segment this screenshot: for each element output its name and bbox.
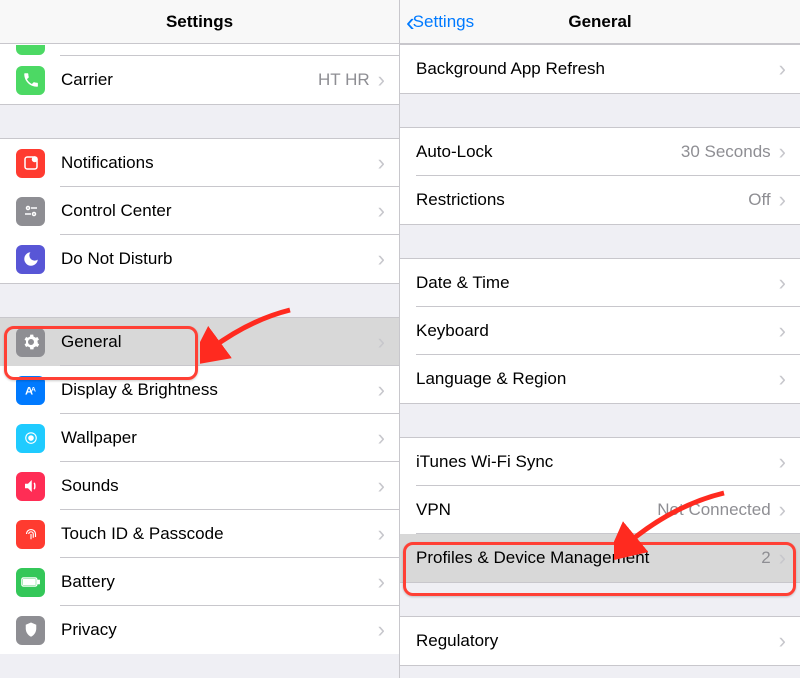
back-label: Settings [413, 12, 474, 32]
display-icon: AA [16, 376, 45, 405]
row-vpn[interactable]: VPN Not Connected › [400, 486, 800, 534]
row-date-time[interactable]: Date & Time › [400, 259, 800, 307]
phone-icon [16, 66, 45, 95]
row-value: HT HR [318, 70, 370, 90]
row-label: Auto-Lock [416, 142, 681, 162]
row-value: 30 Seconds [681, 142, 771, 162]
row-language-region[interactable]: Language & Region › [400, 355, 800, 403]
row-value: Off [748, 190, 770, 210]
row-label: iTunes Wi-Fi Sync [416, 452, 779, 472]
row-keyboard[interactable]: Keyboard › [400, 307, 800, 355]
row-label: Keyboard [416, 321, 779, 341]
general-title: General [568, 12, 631, 32]
control-center-icon [16, 197, 45, 226]
gear-icon [16, 328, 45, 357]
chevron-right-icon: › [779, 56, 786, 82]
chevron-right-icon: › [779, 497, 786, 523]
chevron-right-icon: › [779, 139, 786, 165]
row-label: Battery [61, 572, 378, 592]
row-label: Language & Region [416, 369, 779, 389]
row-notifications[interactable]: Notifications › [0, 139, 399, 187]
row-label: Control Center [61, 201, 378, 221]
row-label: General [61, 332, 378, 352]
general-navbar: ‹ Settings General [400, 0, 800, 44]
chevron-right-icon: › [378, 246, 385, 272]
row-sounds[interactable]: Sounds › [0, 462, 399, 510]
row-label: VPN [416, 500, 657, 520]
row-value: Not Connected [657, 500, 770, 520]
svg-text:A: A [31, 387, 36, 394]
chevron-right-icon: › [378, 473, 385, 499]
chevron-right-icon: › [378, 198, 385, 224]
row-value: 2 [761, 548, 770, 568]
privacy-icon [16, 616, 45, 645]
row-personal-hotspot[interactable]: Personal Hotspot Off › [0, 44, 399, 56]
row-label: Restrictions [416, 190, 748, 210]
battery-icon [16, 568, 45, 597]
row-regulatory[interactable]: Regulatory › [400, 617, 800, 665]
row-label: Do Not Disturb [61, 249, 378, 269]
row-label: Date & Time [416, 273, 779, 293]
row-label: Touch ID & Passcode [61, 524, 378, 544]
wallpaper-icon [16, 424, 45, 453]
row-general[interactable]: General › [0, 318, 399, 366]
chevron-right-icon: › [378, 425, 385, 451]
general-pane: ‹ Settings General Background App Refres… [400, 0, 800, 678]
chevron-right-icon: › [378, 569, 385, 595]
row-label: Regulatory [416, 631, 779, 651]
sounds-icon [16, 472, 45, 501]
row-profiles-device-management[interactable]: Profiles & Device Management 2 › [400, 534, 800, 582]
settings-title: Settings [166, 12, 233, 32]
row-label: Notifications [61, 153, 378, 173]
chevron-right-icon: › [378, 67, 385, 93]
row-wallpaper[interactable]: Wallpaper › [0, 414, 399, 462]
chevron-right-icon: › [378, 377, 385, 403]
row-restrictions[interactable]: Restrictions Off › [400, 176, 800, 224]
row-carrier[interactable]: Carrier HT HR › [0, 56, 399, 104]
back-button[interactable]: ‹ Settings [406, 0, 474, 44]
row-display-brightness[interactable]: AA Display & Brightness › [0, 366, 399, 414]
notifications-icon [16, 149, 45, 178]
row-privacy[interactable]: Privacy › [0, 606, 399, 654]
settings-navbar: Settings [0, 0, 399, 44]
chevron-right-icon: › [779, 366, 786, 392]
chevron-right-icon: › [779, 628, 786, 654]
row-touch-id-passcode[interactable]: Touch ID & Passcode › [0, 510, 399, 558]
row-do-not-disturb[interactable]: Do Not Disturb › [0, 235, 399, 283]
row-background-app-refresh[interactable]: Background App Refresh › [400, 45, 800, 93]
row-label: Carrier [61, 70, 318, 90]
row-control-center[interactable]: Control Center › [0, 187, 399, 235]
chevron-right-icon: › [779, 449, 786, 475]
row-label: Display & Brightness [61, 380, 378, 400]
row-battery[interactable]: Battery › [0, 558, 399, 606]
moon-icon [16, 245, 45, 274]
settings-pane: Settings Personal Hotspot Off › Carrier … [0, 0, 400, 678]
row-label: Background App Refresh [416, 59, 779, 79]
chevron-right-icon: › [378, 617, 385, 643]
chevron-right-icon: › [378, 329, 385, 355]
chevron-right-icon: › [779, 318, 786, 344]
row-auto-lock[interactable]: Auto-Lock 30 Seconds › [400, 128, 800, 176]
chevron-right-icon: › [779, 270, 786, 296]
chevron-right-icon: › [779, 187, 786, 213]
row-itunes-wifi-sync[interactable]: iTunes Wi-Fi Sync › [400, 438, 800, 486]
row-label: Profiles & Device Management [416, 548, 761, 568]
chevron-right-icon: › [779, 545, 786, 571]
chevron-right-icon: › [378, 150, 385, 176]
chevron-right-icon: › [378, 521, 385, 547]
link-icon [16, 45, 45, 55]
fingerprint-icon [16, 520, 45, 549]
row-label: Wallpaper [61, 428, 378, 448]
row-label: Sounds [61, 476, 378, 496]
row-label: Privacy [61, 620, 378, 640]
